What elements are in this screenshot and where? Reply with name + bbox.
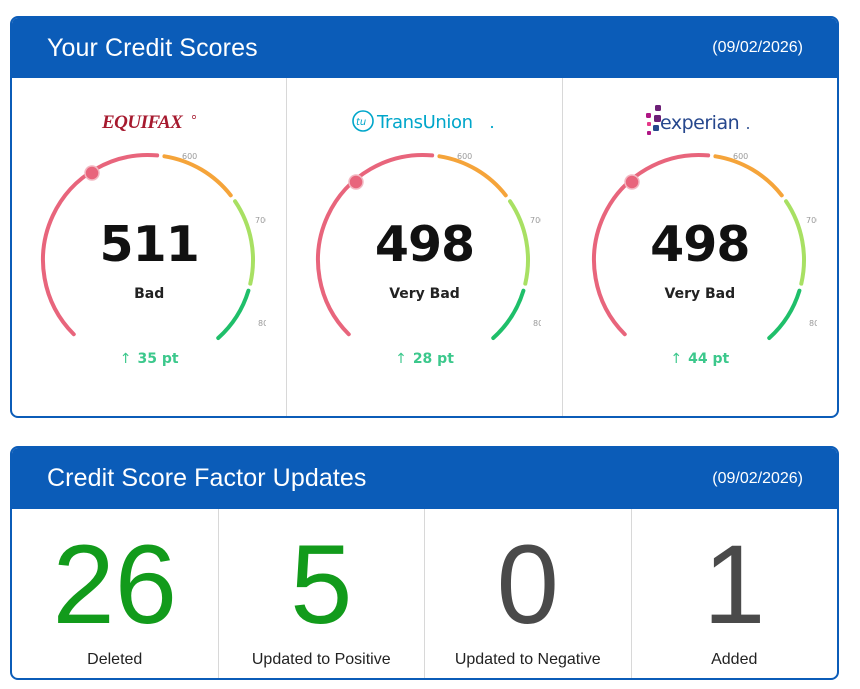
factor-added[interactable]: 1 Added <box>632 509 838 678</box>
svg-text:600: 600 <box>733 152 748 161</box>
factor-row: 26 Deleted 5 Updated to Positive 0 Updat… <box>12 509 838 678</box>
transunion-logo-mark: tu TransUnion <box>352 110 494 133</box>
gauge-segment-fair <box>162 154 233 198</box>
arrow-up-icon: ↑ <box>119 351 132 367</box>
equifax-logo: EQUIFAX <box>12 104 286 138</box>
score-rating-transunion: Very Bad <box>389 286 460 302</box>
factor-count-added: 1 <box>703 522 766 647</box>
factor-deleted[interactable]: 26 Deleted <box>12 509 219 678</box>
factor-updates-panel: Credit Score Factor Updates (09/02/2026)… <box>10 446 839 680</box>
bureau-card-equifax[interactable]: EQUIFAX 600 700 800 511 Bad ↑35 pt <box>12 78 288 416</box>
gauge-marker <box>348 174 365 190</box>
factor-count-deleted: 26 <box>52 522 178 647</box>
equifax-logo-mark: EQUIFAX <box>101 112 197 133</box>
factor-count-updated-positive: 5 <box>290 522 353 647</box>
svg-text:tu: tu <box>356 117 366 128</box>
score-change-transunion: ↑ 28 pt <box>287 351 561 367</box>
score-value-equifax: 511 <box>99 216 200 273</box>
credit-scores-panel: Your Credit Scores (09/02/2026) EQUIFAX … <box>10 16 839 418</box>
factor-label-updated-negative: Updated to Negative <box>454 651 601 668</box>
svg-text:600: 600 <box>182 152 197 161</box>
factor-updated-negative[interactable]: 0 Updated to Negative <box>425 509 632 678</box>
arrow-up-icon: ↑ <box>395 351 407 367</box>
svg-text:800: 800 <box>533 319 541 328</box>
svg-text:experian: experian <box>660 112 739 134</box>
transunion-logo: tu TransUnion <box>287 104 561 138</box>
bureau-card-transunion[interactable]: tu TransUnion 600 700 800 498 Very Bad ↑… <box>287 78 563 416</box>
score-change-experian: ↑ 44 pt <box>563 351 837 367</box>
factor-updates-title: Credit Score Factor Updates <box>47 464 367 492</box>
factor-updates-header: Credit Score Factor Updates (09/02/2026) <box>12 448 837 509</box>
score-change-equifax: ↑ 35 pt <box>12 351 286 367</box>
factor-label-added: Added <box>711 651 758 668</box>
gauge-marker <box>84 165 100 181</box>
experian-logo: experian <box>563 104 837 138</box>
experian-logo-mark: experian <box>645 105 749 135</box>
score-change-value: 28 pt <box>412 351 454 367</box>
factor-label-deleted: Deleted <box>87 651 143 668</box>
gauge-segment-fair <box>713 154 784 198</box>
score-rating-equifax: Bad <box>134 286 165 302</box>
credit-scores-header: Your Credit Scores (09/02/2026) <box>12 18 837 78</box>
score-value-experian: 498 <box>650 216 750 273</box>
factor-updated-positive[interactable]: 5 Updated to Positive <box>219 509 425 678</box>
credit-scores-date: (09/02/2026) <box>712 39 803 56</box>
svg-text:800: 800 <box>809 319 817 328</box>
credit-scores-title: Your Credit Scores <box>47 33 258 62</box>
svg-text:EQUIFAX: EQUIFAX <box>101 112 184 133</box>
factor-count-updated-negative: 0 <box>496 522 559 647</box>
svg-text:600: 600 <box>457 152 472 161</box>
factor-label-updated-positive: Updated to Positive <box>251 651 391 668</box>
score-change-value: 35 pt <box>137 351 179 367</box>
gauge-marker <box>623 174 640 190</box>
svg-text:800: 800 <box>258 319 266 328</box>
score-rating-experian: Very Bad <box>664 286 736 302</box>
gauge-segment-fair <box>437 154 509 198</box>
svg-text:TransUnion: TransUnion <box>376 112 473 133</box>
factor-updates-date: (09/02/2026) <box>712 469 803 487</box>
score-change-value: 44 pt <box>688 351 730 367</box>
bureau-row: EQUIFAX 600 700 800 511 Bad ↑35 pt <box>12 78 837 416</box>
score-value-transunion: 498 <box>374 216 475 273</box>
bureau-card-experian[interactable]: experian 600 700 800 498 Very Bad ↑44 pt <box>563 78 837 416</box>
arrow-up-icon: ↑ <box>670 351 683 367</box>
